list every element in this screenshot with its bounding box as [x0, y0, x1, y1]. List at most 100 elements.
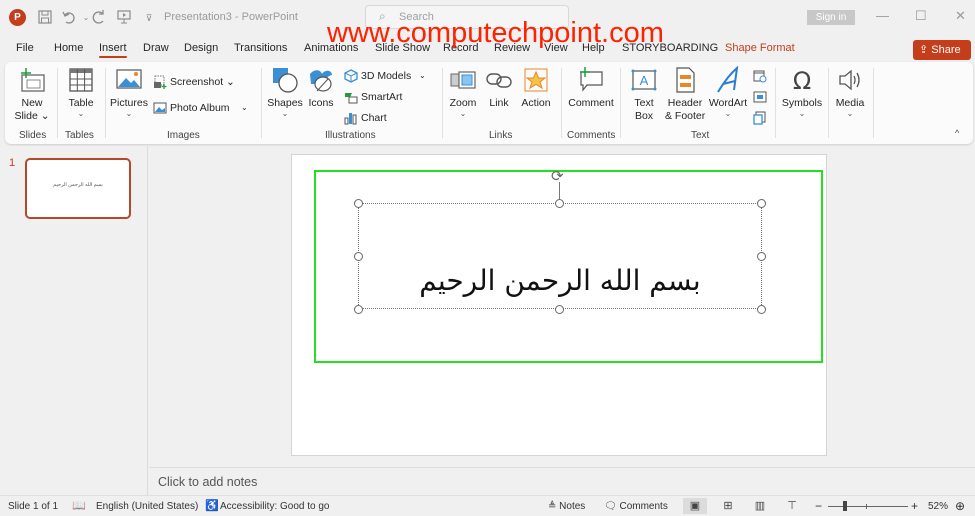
pictures-button[interactable]: Pictures ⌄ — [110, 66, 148, 118]
maximize-button[interactable]: ☐ — [915, 8, 927, 24]
zoom-dropdown-icon: ⌄ — [459, 109, 467, 118]
tab-design[interactable]: Design — [184, 42, 218, 54]
selected-text-box[interactable]: بسم الله الرحمن الرحيم — [358, 203, 762, 309]
resize-handle-right[interactable] — [757, 252, 766, 261]
resize-handle-bottom-left[interactable] — [354, 305, 363, 314]
shapes-button[interactable]: Shapes ⌄ — [267, 66, 303, 118]
sign-in-button[interactable]: Sign in — [807, 10, 855, 25]
svg-text:Ω: Ω — [793, 67, 811, 94]
link-label: Link — [489, 97, 509, 109]
zoom-out-button[interactable]: − — [815, 499, 822, 513]
present-icon[interactable] — [115, 9, 133, 27]
symbols-button[interactable]: Ω Symbols ⌄ — [781, 66, 823, 118]
save-icon[interactable] — [36, 9, 54, 27]
tab-insert[interactable]: Insert — [99, 42, 127, 58]
notes-toggle[interactable]: ≜ Notes — [548, 501, 585, 512]
zoom-slider-thumb[interactable] — [843, 501, 847, 511]
slide-thumbnail-pane: 1 بسم الله الرحمن الرحيم — [0, 146, 148, 495]
share-button[interactable]: ⇪ Share ⌄ — [913, 40, 971, 75]
resize-handle-top-left[interactable] — [354, 199, 363, 208]
comment-button[interactable]: Comment — [566, 66, 616, 110]
reading-view-button[interactable]: ▥ — [748, 498, 772, 514]
table-button[interactable]: Table ⌄ — [63, 66, 99, 118]
normal-view-button[interactable]: ▣ — [683, 498, 707, 514]
resize-handle-left[interactable] — [354, 252, 363, 261]
omega-icon: Ω — [793, 67, 811, 94]
object-button[interactable] — [753, 110, 770, 126]
pictures-icon — [116, 69, 142, 89]
text-box-button[interactable]: A Text Box — [629, 66, 659, 123]
share-icon: ⇪ — [919, 44, 932, 56]
smartart-button[interactable]: SmartArt — [344, 89, 402, 105]
group-separator — [775, 68, 776, 138]
spell-check-book-icon[interactable]: 📖 — [72, 499, 86, 512]
header-footer-label: Header — [667, 97, 703, 109]
status-bar: Slide 1 of 1 📖 English (United States) ♿… — [0, 495, 975, 516]
redo-icon[interactable] — [90, 9, 108, 27]
media-button[interactable]: Media ⌄ — [833, 66, 867, 118]
zoom-level[interactable]: 52% — [928, 501, 948, 512]
zoom-slider-center-tick — [866, 504, 867, 509]
comments-icon: 🗨 — [604, 501, 617, 512]
shapes-icon — [273, 68, 298, 93]
resize-handle-top[interactable] — [555, 199, 564, 208]
tab-home[interactable]: Home — [54, 42, 83, 54]
icons-button[interactable]: Icons — [305, 66, 337, 110]
screenshot-label: Screenshot ⌄ — [170, 76, 235, 88]
notes-placeholder: Click to add notes — [158, 475, 258, 489]
minimize-button[interactable]: — — [876, 8, 889, 23]
rotate-handle-icon[interactable]: ⟳ — [551, 169, 564, 184]
photo-album-button[interactable]: Photo Album — [153, 100, 230, 116]
link-button[interactable]: Link — [485, 66, 513, 110]
slide-number-button[interactable] — [753, 89, 770, 105]
resize-handle-top-right[interactable] — [757, 199, 766, 208]
symbols-dropdown-icon: ⌄ — [798, 109, 806, 118]
tab-transitions[interactable]: Transitions — [234, 42, 287, 54]
zoom-slider[interactable] — [828, 506, 908, 507]
tab-draw[interactable]: Draw — [143, 42, 169, 54]
3d-models-dropdown[interactable]: ⌄ — [419, 68, 426, 84]
bismillah-text[interactable]: بسم الله الرحمن الرحيم — [359, 264, 761, 297]
date-time-button[interactable] — [753, 68, 770, 84]
group-separator — [105, 68, 106, 138]
slide-thumbnail[interactable]: بسم الله الرحمن الرحيم — [25, 158, 131, 219]
resize-handle-bottom[interactable] — [555, 305, 564, 314]
group-label-links: Links — [489, 130, 513, 141]
language-indicator[interactable]: English (United States) — [96, 501, 198, 512]
collapse-ribbon-icon[interactable]: ^ — [955, 128, 959, 138]
notes-pane[interactable]: Click to add notes — [149, 467, 975, 495]
fit-to-window-icon[interactable]: ⊕ — [955, 499, 965, 513]
watermark-text: www.computechpoint.com — [327, 17, 664, 49]
slide-number-icon — [753, 91, 767, 103]
zoom-button[interactable]: Zoom ⌄ — [447, 66, 479, 118]
icons-label: Icons — [308, 97, 334, 109]
chart-label: Chart — [361, 112, 387, 124]
undo-icon[interactable] — [60, 9, 78, 27]
header-footer-button[interactable]: Header & Footer — [665, 66, 705, 123]
tab-shape-format[interactable]: Shape Format — [725, 42, 795, 54]
resize-handle-bottom-right[interactable] — [757, 305, 766, 314]
powerpoint-window: P ⌄ ⊽ Presentation3 - PowerPoint ⌕ Searc… — [0, 0, 975, 516]
chart-button[interactable]: Chart — [344, 110, 387, 126]
shapes-dropdown-icon: ⌄ — [281, 109, 289, 118]
new-slide-label-2: Slide ⌄ — [14, 110, 50, 122]
slide-show-view-button[interactable]: ⊤ — [780, 498, 804, 514]
wordart-button[interactable]: WordArt ⌄ — [708, 66, 748, 118]
new-slide-button[interactable]: New Slide ⌄ — [13, 66, 51, 123]
slide-sorter-view-button[interactable]: ⊞ — [716, 498, 740, 514]
slide-canvas[interactable]: ⟳ بسم الله الرحمن الرحيم — [291, 154, 827, 456]
close-button[interactable]: ✕ — [955, 8, 966, 24]
3d-models-button[interactable]: 3D Models — [344, 68, 411, 84]
action-button[interactable]: Action — [519, 66, 553, 110]
zoom-in-button[interactable]: + — [911, 499, 918, 513]
customize-qat-icon[interactable]: ⊽ — [140, 9, 158, 27]
comments-toggle[interactable]: 🗨 Comments — [604, 501, 668, 512]
zoom-icon — [450, 71, 476, 89]
screenshot-button[interactable]: Screenshot ⌄ — [153, 74, 235, 90]
powerpoint-logo-icon: P — [9, 9, 26, 26]
date-time-icon — [753, 70, 767, 83]
link-icon — [486, 73, 512, 88]
images-more-dropdown[interactable]: ⌄ — [241, 100, 248, 116]
accessibility-status[interactable]: Accessibility: Good to go — [220, 501, 330, 512]
tab-file[interactable]: File — [16, 42, 34, 54]
